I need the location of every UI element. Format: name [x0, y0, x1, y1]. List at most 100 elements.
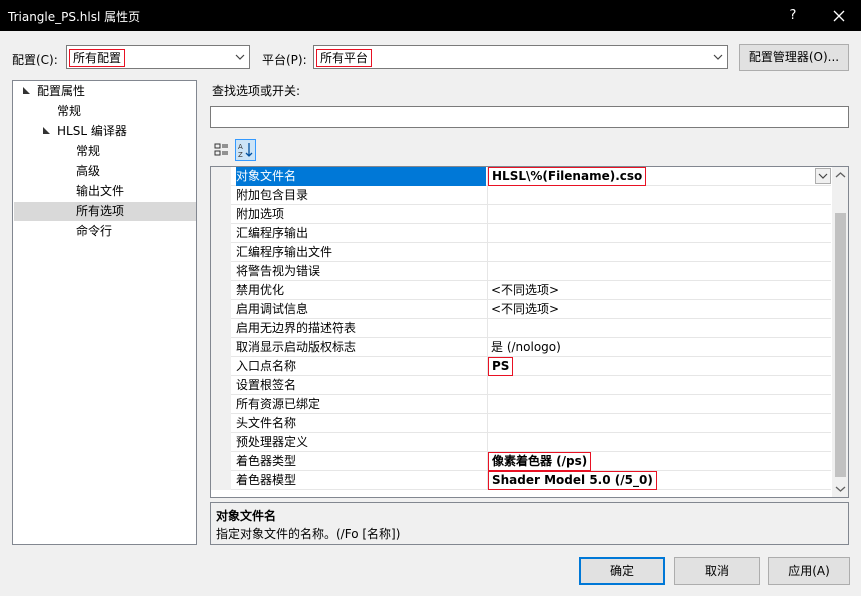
- property-name: 着色器类型: [236, 454, 297, 468]
- property-row[interactable]: 禁用优化 <不同选项>: [211, 281, 831, 300]
- property-name: 附加包含目录: [236, 188, 309, 202]
- tree-item-output-files[interactable]: 输出文件: [76, 182, 124, 201]
- property-value[interactable]: Shader Model 5.0 (/5_0): [487, 471, 831, 490]
- property-value-text: HLSL\%(Filename).cso: [488, 167, 647, 186]
- property-name: 对象文件名: [236, 167, 486, 186]
- property-row[interactable]: 将警告视为错误: [211, 262, 831, 281]
- property-value[interactable]: [487, 186, 831, 205]
- title-bar: Triangle_PS.hlsl 属性页 ?: [0, 0, 861, 31]
- cancel-button[interactable]: 取消: [674, 557, 760, 585]
- property-name: 将警告视为错误: [236, 264, 321, 278]
- property-name: 设置根签名: [236, 378, 297, 392]
- property-row[interactable]: 启用无边界的描述符表: [211, 319, 831, 338]
- property-value[interactable]: [487, 243, 831, 262]
- property-row[interactable]: 设置根签名: [211, 376, 831, 395]
- alphabetical-view-button[interactable]: A Z: [235, 139, 256, 161]
- property-name: 所有资源已绑定: [236, 397, 321, 411]
- search-label: 查找选项或开关:: [212, 84, 301, 98]
- config-value: 所有配置: [69, 49, 126, 67]
- chevron-down-icon: [818, 173, 828, 179]
- description-text: 指定对象文件的名称。(/Fo [名称]): [216, 527, 401, 541]
- property-name: 汇编程序输出: [236, 226, 309, 240]
- property-name: 头文件名称: [236, 416, 297, 430]
- svg-text:Z: Z: [238, 151, 243, 159]
- property-value[interactable]: <不同选项>: [487, 300, 831, 319]
- property-row[interactable]: 着色器类型 像素着色器 (/ps): [211, 452, 831, 471]
- property-row[interactable]: 头文件名称: [211, 414, 831, 433]
- property-row[interactable]: 启用调试信息 <不同选项>: [211, 300, 831, 319]
- tree-item-all-options[interactable]: 所有选项: [76, 202, 124, 221]
- help-button[interactable]: ?: [778, 5, 808, 27]
- property-value[interactable]: [487, 376, 831, 395]
- property-row[interactable]: 所有资源已绑定: [211, 395, 831, 414]
- sort-az-icon: A Z: [238, 143, 253, 159]
- tree-item-hlsl-general[interactable]: 常规: [76, 142, 100, 161]
- platform-value: 所有平台: [316, 49, 373, 67]
- vertical-scrollbar[interactable]: [832, 167, 848, 497]
- chevron-down-icon: [235, 54, 245, 60]
- scroll-up-icon: [835, 172, 846, 178]
- property-row[interactable]: 汇编程序输出文件: [211, 243, 831, 262]
- property-row[interactable]: 附加包含目录: [211, 186, 831, 205]
- property-row[interactable]: 预处理器定义: [211, 433, 831, 452]
- property-value[interactable]: [487, 395, 831, 414]
- chevron-down-icon: [713, 54, 723, 60]
- tree-item-general[interactable]: 常规: [57, 102, 81, 121]
- property-tree: 配置属性 常规 HLSL 编译器 常规 高级 输出文件 所有选项 命令行: [12, 80, 197, 545]
- categorized-view-button[interactable]: [211, 139, 232, 161]
- apply-button[interactable]: 应用(A): [768, 557, 850, 585]
- property-value[interactable]: PS: [487, 357, 831, 376]
- property-name: 预处理器定义: [236, 435, 309, 449]
- property-row[interactable]: 附加选项: [211, 205, 831, 224]
- property-name: 启用调试信息: [236, 302, 309, 316]
- property-value[interactable]: [487, 205, 831, 224]
- tree-item-command-line[interactable]: 命令行: [76, 222, 112, 241]
- property-name: 附加选项: [236, 207, 285, 221]
- property-row[interactable]: 取消显示启动版权标志 是 (/nologo): [211, 338, 831, 357]
- close-icon: [833, 10, 845, 22]
- description-title: 对象文件名: [216, 509, 277, 523]
- property-grid: 对象文件名 HLSL\%(Filename).cso 附加包含目录 附加选项 汇…: [210, 166, 849, 498]
- tree-item-config-properties[interactable]: 配置属性: [37, 82, 85, 101]
- categorized-icon: [214, 143, 228, 156]
- value-dropdown-button[interactable]: [815, 168, 831, 184]
- property-row[interactable]: 汇编程序输出: [211, 224, 831, 243]
- property-value[interactable]: [487, 262, 831, 281]
- property-value-text: Shader Model 5.0 (/5_0): [488, 471, 657, 490]
- property-value-text: 像素着色器 (/ps): [488, 452, 592, 471]
- tree-item-advanced[interactable]: 高级: [76, 162, 100, 181]
- property-name: 禁用优化: [236, 283, 285, 297]
- scroll-down-icon: [835, 486, 846, 492]
- property-name: 取消显示启动版权标志: [236, 340, 357, 354]
- config-manager-button[interactable]: 配置管理器(O)...: [739, 44, 849, 71]
- expand-icon[interactable]: [43, 127, 50, 134]
- ok-button[interactable]: 确定: [579, 557, 665, 585]
- svg-text:A: A: [238, 143, 243, 151]
- property-name: 启用无边界的描述符表: [236, 321, 357, 335]
- property-value[interactable]: [487, 224, 831, 243]
- tree-item-hlsl-compiler[interactable]: HLSL 编译器: [57, 122, 127, 141]
- property-row[interactable]: 对象文件名 HLSL\%(Filename).cso: [211, 167, 831, 186]
- property-name: 着色器模型: [236, 473, 297, 487]
- config-select[interactable]: 所有配置: [66, 45, 250, 69]
- property-name: 入口点名称: [236, 359, 297, 373]
- property-value[interactable]: 是 (/nologo): [487, 338, 831, 357]
- property-value[interactable]: [487, 319, 831, 338]
- property-value[interactable]: HLSL\%(Filename).cso: [487, 167, 831, 186]
- config-label: 配置(C):: [12, 53, 58, 67]
- close-button[interactable]: [824, 4, 854, 28]
- property-row[interactable]: 着色器模型 Shader Model 5.0 (/5_0): [211, 471, 831, 490]
- property-row[interactable]: 入口点名称 PS: [211, 357, 831, 376]
- property-name: 汇编程序输出文件: [236, 245, 333, 259]
- platform-select[interactable]: 所有平台: [313, 45, 728, 69]
- scrollbar-thumb[interactable]: [835, 213, 846, 477]
- property-value[interactable]: [487, 414, 831, 433]
- property-value[interactable]: <不同选项>: [487, 281, 831, 300]
- expand-icon[interactable]: [23, 87, 30, 94]
- description-panel: 对象文件名 指定对象文件的名称。(/Fo [名称]): [210, 502, 849, 545]
- property-value[interactable]: 像素着色器 (/ps): [487, 452, 831, 471]
- platform-label: 平台(P):: [262, 53, 307, 67]
- search-input[interactable]: [210, 106, 849, 128]
- property-value[interactable]: [487, 433, 831, 452]
- property-value-text: PS: [488, 357, 514, 376]
